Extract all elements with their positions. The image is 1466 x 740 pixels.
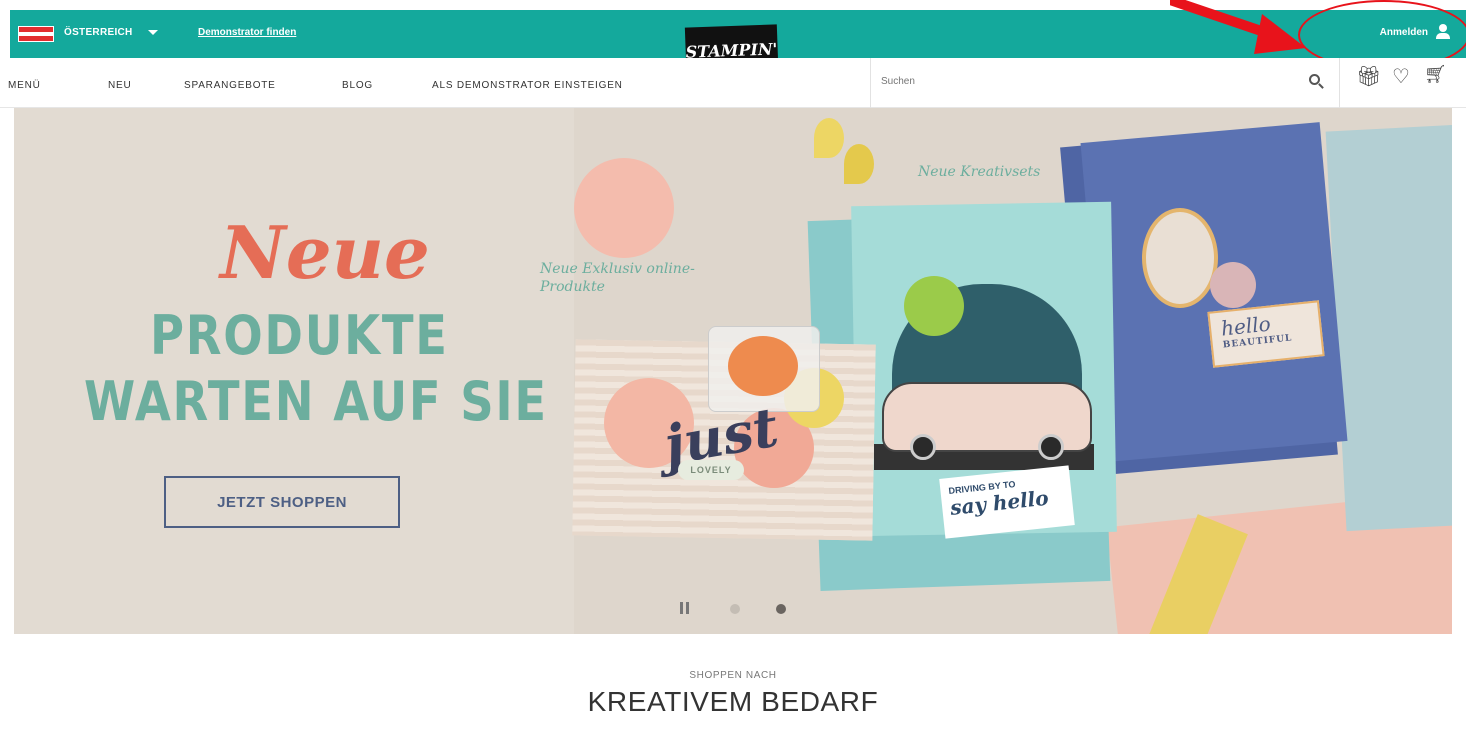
hero-headline-2: WARTEN AUF SIE — [84, 370, 548, 433]
hero-headline-1: PRODUKTE — [150, 304, 449, 367]
find-demonstrator-link[interactable]: Demonstrator finden — [198, 27, 296, 38]
nav-offers[interactable]: SPARANGEBOTE — [184, 80, 276, 91]
card-hello-tag: hello BEAUTIFUL — [1207, 300, 1325, 368]
nav-become-demonstrator[interactable]: ALS DEMONSTRATOR EINSTEIGEN — [432, 80, 623, 91]
nav-menu[interactable]: MENÜ — [8, 80, 41, 91]
creative-kits-annotation: Neue Kreativsets — [918, 164, 1041, 180]
hero-title-script: Neue — [220, 210, 430, 295]
hero-banner[interactable]: hello BEAUTIFUL DRIVING BY TO say hello … — [14, 108, 1452, 634]
nav-blog[interactable]: BLOG — [342, 80, 373, 91]
nav-new[interactable]: NEU — [108, 80, 132, 91]
section-kicker: SHOPPEN NACH — [689, 670, 777, 681]
envelope-image — [1325, 124, 1452, 532]
search-input[interactable] — [881, 76, 1261, 87]
pause-icon[interactable] — [680, 602, 692, 616]
shop-now-button[interactable]: JETZT SHOPPEN — [164, 476, 400, 528]
gift-icon[interactable]: 🎁︎ — [1356, 64, 1381, 89]
austria-flag-icon[interactable] — [18, 26, 54, 42]
country-selector[interactable]: ÖSTERREICH — [64, 27, 133, 38]
chevron-down-icon[interactable] — [148, 30, 158, 35]
search-icon[interactable] — [1309, 74, 1325, 90]
heart-icon[interactable]: ♡ — [1392, 64, 1410, 89]
section-title: KREATIVEM BEDARF — [587, 686, 879, 717]
annotation-arrow-icon — [1170, 0, 1306, 54]
carousel-dot-2[interactable] — [776, 604, 786, 614]
cart-icon[interactable]: 🛒︎ — [1424, 64, 1447, 85]
search-bar — [870, 58, 1340, 108]
carousel-dot-1[interactable] — [730, 604, 740, 614]
exclusive-products-annotation: Neue Exklusiv online-Produkte — [540, 261, 695, 295]
card-lovely-tag: LOVELY — [678, 460, 744, 480]
